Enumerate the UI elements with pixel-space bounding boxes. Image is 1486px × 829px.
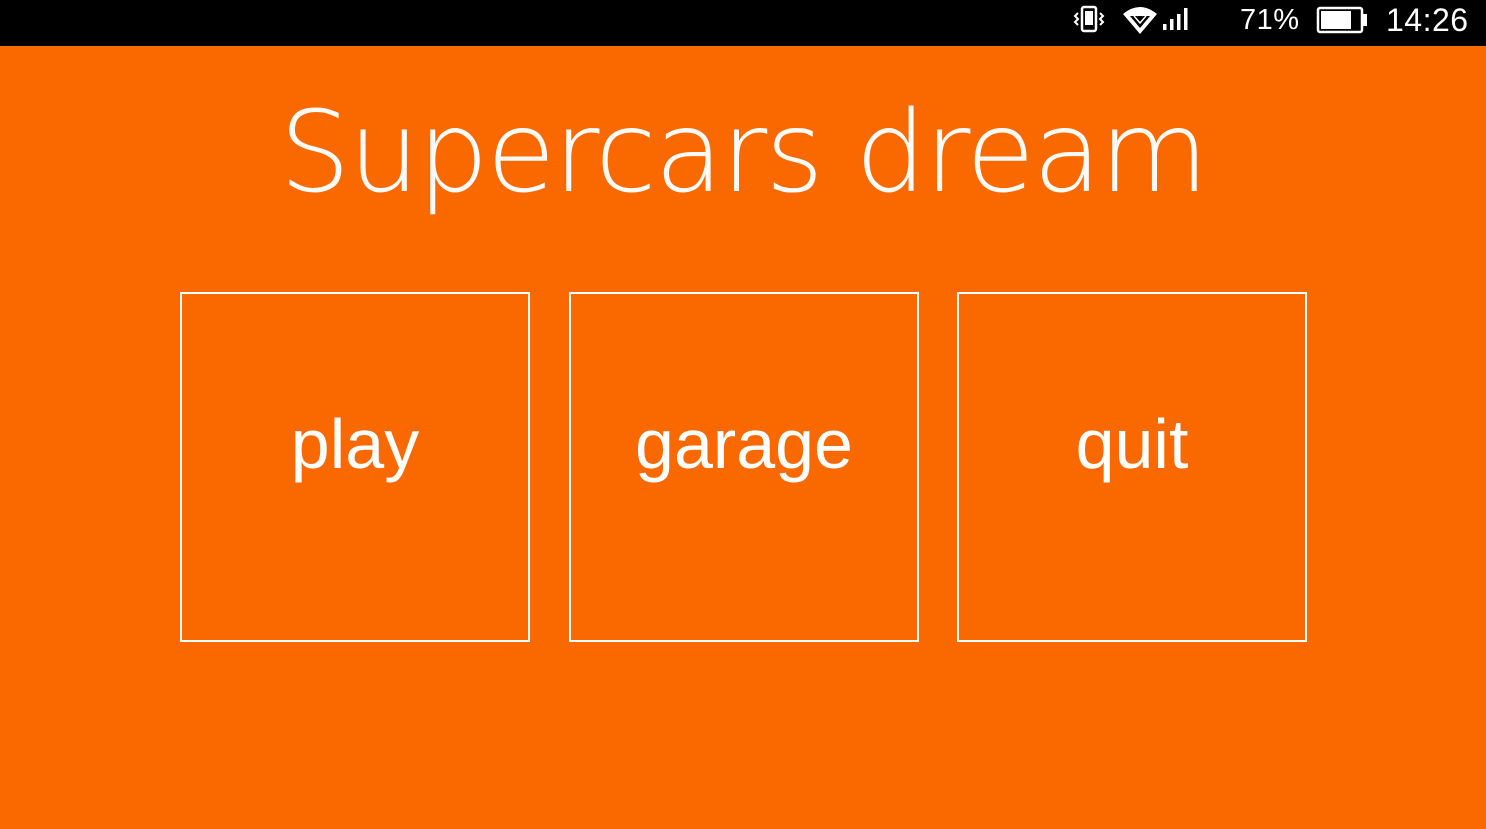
- quit-button[interactable]: quit: [957, 292, 1307, 642]
- clock: 14:26: [1386, 2, 1469, 38]
- battery-icon: [1316, 6, 1367, 34]
- play-button[interactable]: play: [180, 292, 530, 642]
- quit-button-label: quit: [1075, 405, 1189, 483]
- status-bar: 71% 14:26: [0, 0, 1486, 46]
- garage-button[interactable]: garage: [569, 292, 919, 642]
- app-title: Supercars dream: [279, 88, 1208, 218]
- battery-percentage: 71%: [1240, 4, 1300, 36]
- garage-button-label: garage: [635, 405, 853, 483]
- play-button-label: play: [290, 405, 420, 483]
- signal-icon: [1163, 8, 1188, 30]
- vibrate-icon: [1073, 5, 1105, 33]
- wifi-icon: [1123, 7, 1157, 34]
